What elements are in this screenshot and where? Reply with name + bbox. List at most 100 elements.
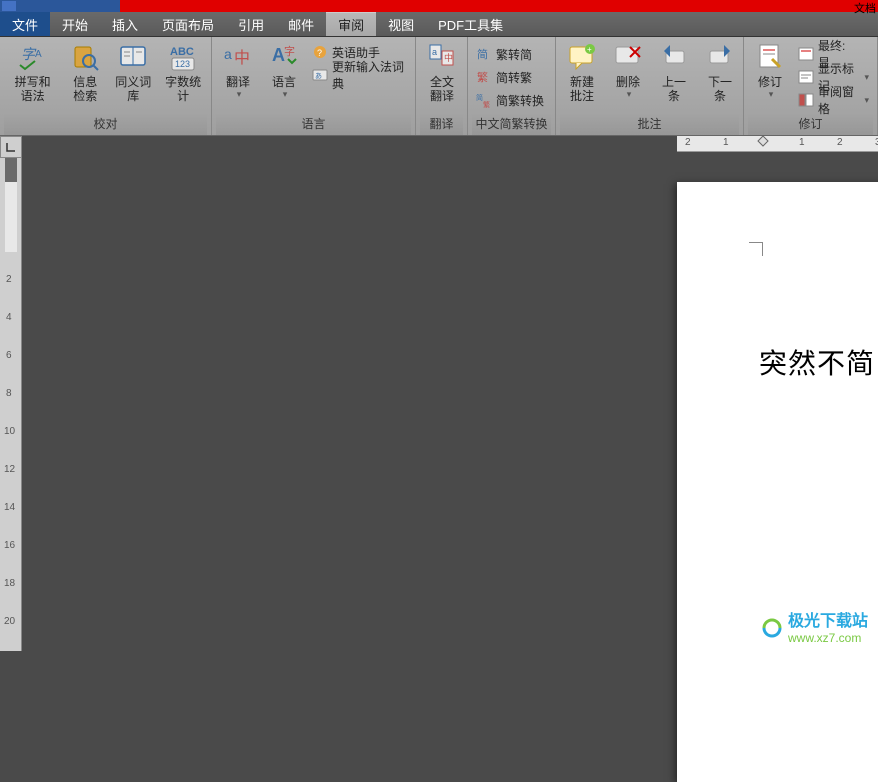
chinese-convert-button[interactable]: 简繁 简繁转换: [474, 89, 546, 111]
btn-label: 删除: [616, 75, 640, 89]
new-comment-icon: +: [566, 41, 598, 73]
document-page[interactable]: 突然不简: [677, 182, 878, 782]
tab-label: 邮件: [288, 15, 314, 34]
language-button[interactable]: A字 语言▾: [262, 39, 306, 102]
word-count-button[interactable]: ABC123 字数统计: [159, 39, 207, 105]
svg-text:简: 简: [476, 93, 483, 102]
group-chinese-conversion: 简 繁转简 繁 简转繁 简繁 简繁转换 中文简繁转换: [468, 37, 556, 135]
convert-icon: 简繁: [476, 92, 492, 108]
tab-references[interactable]: 引用: [226, 12, 276, 36]
new-comment-button[interactable]: + 新建批注: [560, 39, 604, 105]
chevron-down-icon: ▾: [864, 95, 869, 106]
assistant-icon: ?: [312, 44, 328, 60]
research-icon: [69, 41, 101, 73]
vertical-ruler[interactable]: [0, 158, 22, 651]
research-button[interactable]: 信息 检索: [63, 39, 107, 105]
tab-label: 引用: [238, 15, 264, 34]
ruler-num: 1: [723, 137, 729, 148]
translate-icon: a中: [222, 41, 254, 73]
full-translate-icon: a中: [426, 41, 458, 73]
tab-home[interactable]: 开始: [50, 12, 100, 36]
group-label: 修订: [748, 113, 873, 135]
chevron-down-icon: ▾: [283, 89, 288, 100]
reviewing-pane-button[interactable]: 审阅窗格▾: [796, 89, 871, 111]
group-label: 校对: [4, 113, 207, 135]
tab-label: 页面布局: [162, 15, 214, 34]
svg-text:中: 中: [444, 52, 453, 63]
spelling-grammar-button[interactable]: 字A 拼写和语法: [4, 39, 61, 105]
chevron-down-icon: ▾: [627, 89, 632, 100]
chevron-down-icon: ▾: [864, 72, 869, 83]
tab-mailings[interactable]: 邮件: [276, 12, 326, 36]
svg-text:ABC: ABC: [170, 46, 194, 58]
quick-access-toolbar: [0, 0, 120, 12]
next-icon: [704, 41, 736, 73]
tab-insert[interactable]: 插入: [100, 12, 150, 36]
indent-marker-icon[interactable]: [757, 134, 769, 152]
update-ime-dict-button[interactable]: あ 更新输入法词典: [310, 64, 409, 86]
tab-pdf-tools[interactable]: PDF工具集: [426, 12, 515, 36]
track-changes-button[interactable]: 修订▾: [748, 39, 792, 102]
tab-file-label: 文件: [12, 15, 38, 34]
tab-page-layout[interactable]: 页面布局: [150, 12, 226, 36]
track-changes-icon: [754, 41, 786, 73]
tab-label: PDF工具集: [438, 15, 503, 34]
svg-text:字: 字: [284, 44, 295, 58]
tab-label: 开始: [62, 15, 88, 34]
tab-view[interactable]: 视图: [376, 12, 426, 36]
svg-text:中: 中: [234, 49, 250, 67]
tab-label: 审阅: [338, 15, 364, 34]
btn-label: 新建批注: [565, 75, 599, 103]
review-display-icon: [798, 46, 814, 62]
svg-text:繁: 繁: [477, 70, 488, 84]
watermark-name: 极光下载站: [788, 607, 868, 631]
tab-review[interactable]: 审阅: [326, 12, 376, 36]
ribbon: 字A 拼写和语法 信息 检索 同义词库 ABC123 字数统计 校对 a中 翻译…: [0, 37, 878, 136]
trad-simp-icon: 简: [476, 46, 492, 62]
btn-label: 拼写和语法: [9, 75, 56, 103]
group-label: 语言: [216, 113, 411, 135]
full-translate-button[interactable]: a中 全文 翻译: [420, 39, 464, 105]
btn-label: 下一条: [703, 75, 737, 103]
delete-comment-button[interactable]: 删除▾: [606, 39, 650, 102]
word-count-icon: ABC123: [167, 41, 199, 73]
svg-text:简: 简: [477, 47, 488, 61]
document-area[interactable]: 突然不简: [22, 158, 878, 651]
spelling-icon: 字A: [17, 41, 49, 73]
translate-button[interactable]: a中 翻译▾: [216, 39, 260, 102]
group-label: 翻译: [420, 113, 463, 135]
next-comment-button[interactable]: 下一条: [698, 39, 742, 105]
thesaurus-icon: [117, 41, 149, 73]
svg-text:a: a: [432, 47, 437, 57]
trad-to-simp-button[interactable]: 简 繁转简: [474, 43, 546, 65]
group-language: a中 翻译▾ A字 语言▾ ? 英语助手 あ 更新输入法词典 语言: [212, 37, 416, 135]
btn-label: 简繁转换: [496, 92, 544, 109]
title-doc-label: 文档: [854, 0, 876, 16]
group-label: 批注: [560, 113, 739, 135]
reviewing-pane-icon: [798, 92, 814, 108]
group-comments: + 新建批注 删除▾ 上一条 下一条 批注: [556, 37, 744, 135]
prev-comment-button[interactable]: 上一条: [652, 39, 696, 105]
watermark: 极光下载站 www.xz7.com: [758, 607, 868, 645]
ruler-num: 2: [685, 137, 691, 148]
watermark-text: 极光下载站 www.xz7.com: [788, 607, 868, 645]
thesaurus-button[interactable]: 同义词库: [109, 39, 157, 105]
document-text[interactable]: 突然不简: [759, 342, 875, 382]
horizontal-ruler[interactable]: 2 1 1 2 3: [22, 136, 878, 158]
tab-label: 插入: [112, 15, 138, 34]
chevron-down-icon: ▾: [769, 89, 774, 100]
watermark-logo-icon: [758, 614, 782, 638]
tab-file[interactable]: 文件: [0, 12, 50, 36]
chevron-down-icon: ▾: [237, 89, 242, 100]
group-proofing: 字A 拼写和语法 信息 检索 同义词库 ABC123 字数统计 校对: [0, 37, 212, 135]
btn-label: 上一条: [657, 75, 691, 103]
btn-label: 字数统计: [164, 75, 202, 103]
svg-text:123: 123: [175, 59, 190, 69]
group-tracking: 修订▾ 最终: 显... 显示标记▾ 审阅窗格▾ 修订: [744, 37, 878, 135]
simp-to-trad-button[interactable]: 繁 简转繁: [474, 66, 546, 88]
ruler-margin: [5, 158, 17, 182]
ruler-num: 1: [799, 137, 805, 148]
svg-text:a: a: [224, 46, 232, 62]
app-icon: [2, 1, 16, 11]
ruler-corner[interactable]: [0, 136, 22, 158]
